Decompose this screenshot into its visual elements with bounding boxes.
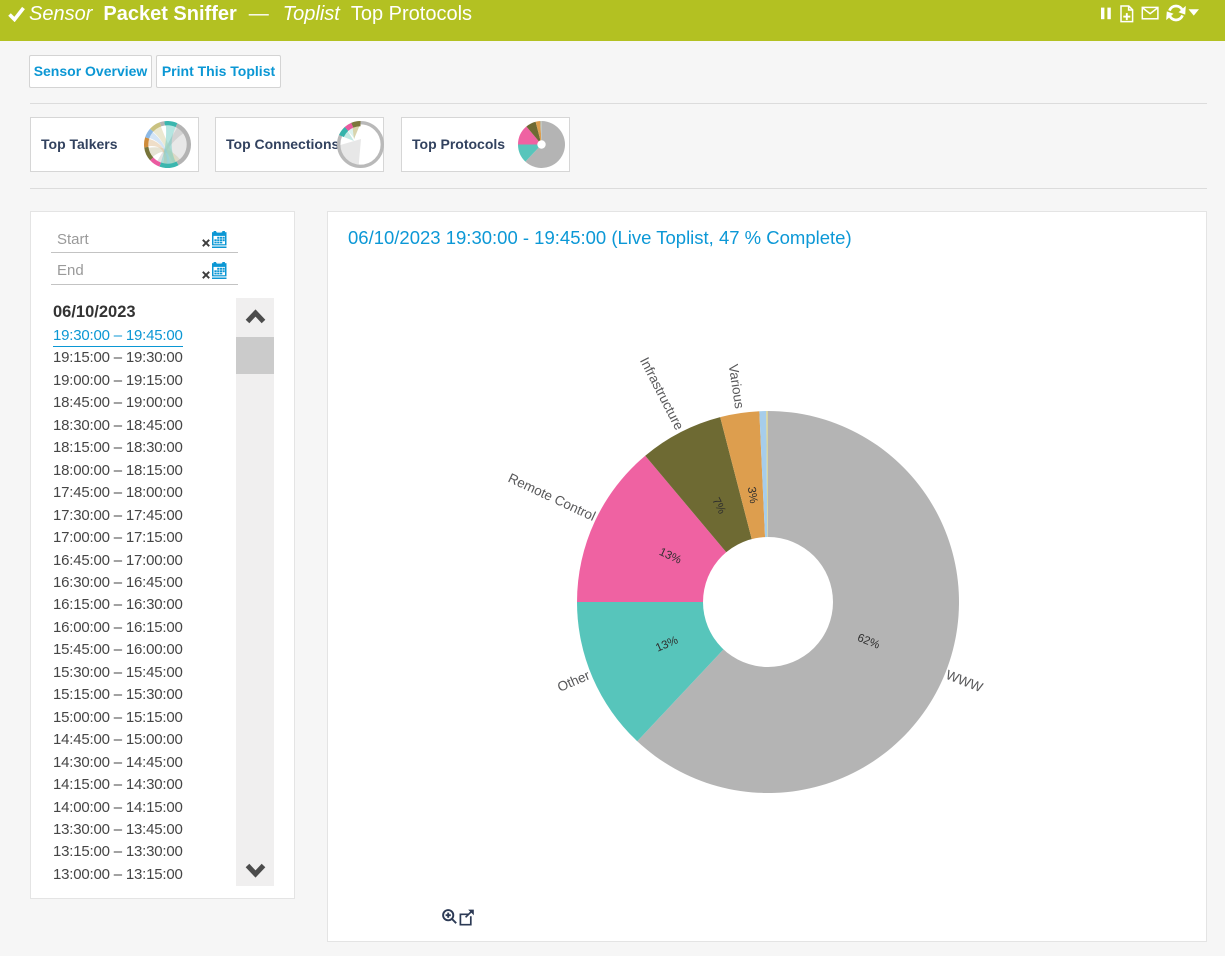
svg-text:Various: Various — [726, 363, 747, 410]
svg-text:3%: 3% — [745, 486, 759, 504]
svg-text:Infrastructure: Infrastructure — [637, 355, 687, 433]
svg-text:Remote Control: Remote Control — [506, 470, 598, 524]
svg-text:Other: Other — [555, 667, 592, 694]
svg-text:WWW: WWW — [944, 667, 985, 695]
